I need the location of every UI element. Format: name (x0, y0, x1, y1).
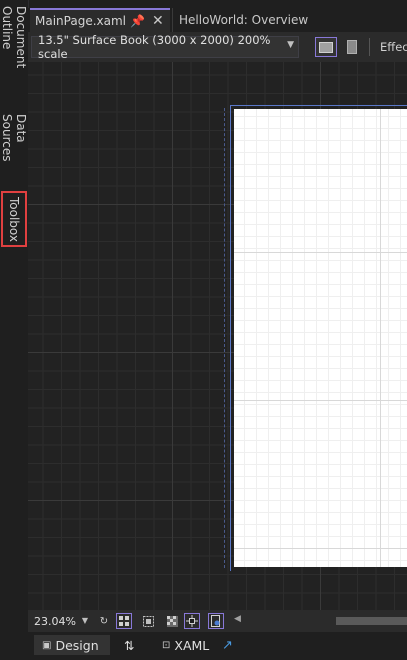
chevron-down-icon: ▼ (287, 40, 294, 50)
tab-helloworld-overview[interactable]: HelloWorld: Overview (172, 8, 407, 32)
xaml-label: XAML (174, 637, 210, 653)
landscape-button[interactable] (315, 37, 337, 57)
toolbar-divider (369, 38, 370, 56)
close-icon[interactable]: ✕ (152, 13, 164, 29)
scroll-thumb[interactable] (336, 617, 407, 625)
checkerboard-icon (166, 615, 178, 627)
designer-toolbar: 13.5" Surface Book (3000 x 2000) 200% sc… (28, 32, 407, 63)
snap-to-snaplines-button[interactable] (184, 613, 200, 629)
popout-xaml-button[interactable]: ↗ (222, 635, 233, 655)
project-code-button[interactable] (208, 613, 224, 629)
design-label: Design (55, 637, 99, 653)
document-tab-bar: MainPage.xaml 📌 ✕ HelloWorld: Overview (28, 8, 407, 32)
designer-status-bar: 23.04% ▼ ↻ ◀ (28, 610, 407, 632)
scroll-left-icon[interactable]: ◀ (234, 614, 241, 624)
snaplines-icon (186, 615, 198, 627)
tab-mainpage-xaml[interactable]: MainPage.xaml 📌 ✕ (30, 8, 170, 32)
grid-toggle-button[interactable] (116, 613, 132, 629)
portrait-icon (347, 40, 357, 54)
page-artboard[interactable] (234, 109, 407, 567)
refresh-icon[interactable]: ↻ (96, 613, 112, 629)
tool-window-strip: Document Outline Data Sources Toolbox (0, 0, 29, 660)
chevron-down-icon: ▼ (81, 616, 88, 625)
project-code-icon (211, 615, 220, 627)
design-canvas[interactable] (28, 62, 407, 610)
ruler-top (230, 105, 407, 106)
swap-panes-button[interactable]: ⇅ (124, 635, 134, 655)
landscape-icon (319, 41, 333, 53)
snap-grid-icon (142, 615, 154, 627)
effects-dropdown[interactable]: Effec (380, 40, 407, 54)
snap-to-grid-button[interactable] (140, 613, 156, 629)
design-view-tab[interactable]: ▣ Design (34, 635, 110, 655)
pin-icon[interactable]: 📌 (130, 14, 145, 28)
checkerboard-button[interactable] (164, 613, 180, 629)
swap-panes-icon: ⇅ (124, 637, 135, 653)
zoom-value: 23.04% (34, 614, 76, 628)
zoom-select[interactable]: 23.04% ▼ (32, 613, 90, 629)
grid-icon (119, 616, 129, 626)
tab-label: MainPage.xaml (35, 14, 126, 28)
split-view-bar: ▣ Design ⇅ ⊡ XAML ↗ (28, 632, 407, 660)
tab-label: HelloWorld: Overview (179, 13, 309, 27)
xaml-icon: ⊡ (162, 639, 171, 651)
horizontal-scrollbar[interactable]: ◀ (232, 614, 407, 627)
document-outline-tab[interactable]: Document Outline (0, 6, 28, 110)
snap-guide (224, 108, 225, 568)
device-select[interactable]: 13.5" Surface Book (3000 x 2000) 200% sc… (31, 33, 299, 61)
popout-icon: ↗ (222, 637, 233, 653)
data-sources-tab[interactable]: Data Sources (0, 114, 28, 188)
toolbox-tab[interactable]: Toolbox (1, 191, 27, 247)
xaml-view-tab[interactable]: ⊡ XAML (162, 635, 209, 655)
portrait-button[interactable] (341, 37, 363, 57)
ruler-left (230, 105, 231, 571)
design-icon: ▣ (42, 639, 52, 651)
device-select-value: 13.5" Surface Book (3000 x 2000) 200% sc… (38, 33, 271, 61)
